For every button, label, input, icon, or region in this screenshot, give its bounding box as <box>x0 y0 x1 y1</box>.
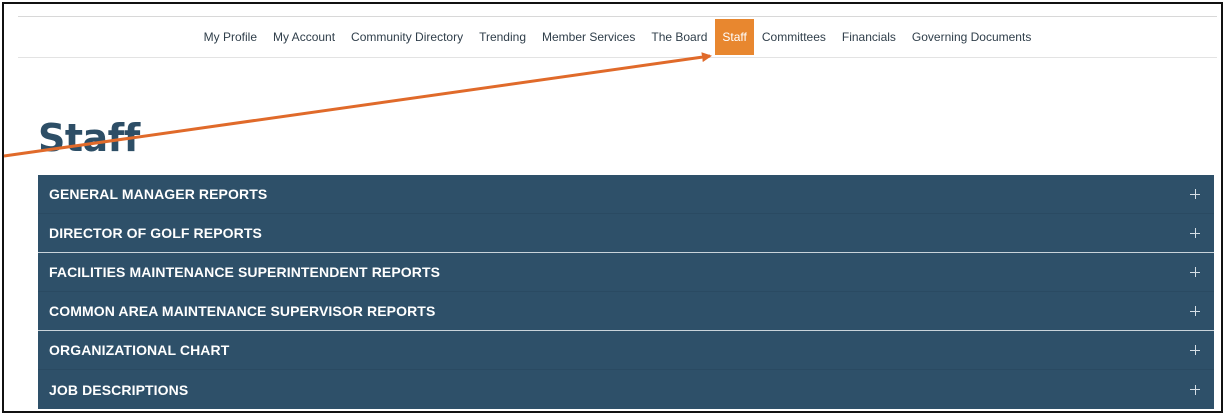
accordion-item-label: JOB DESCRIPTIONS <box>49 381 189 398</box>
nav-the-board[interactable]: The Board <box>643 17 715 57</box>
plus-icon[interactable] <box>1190 306 1200 316</box>
plus-icon[interactable] <box>1190 228 1200 238</box>
top-navigation: My Profile My Account Community Director… <box>18 16 1217 58</box>
nav-member-services[interactable]: Member Services <box>534 17 643 57</box>
nav-staff[interactable]: Staff <box>715 19 754 55</box>
accordion-item-general-manager-reports[interactable]: GENERAL MANAGER REPORTS <box>38 175 1214 214</box>
accordion-item-director-of-golf-reports[interactable]: DIRECTOR OF GOLF REPORTS <box>38 214 1214 253</box>
accordion-item-common-area-maintenance-supervisor-reports[interactable]: COMMON AREA MAINTENANCE SUPERVISOR REPOR… <box>38 292 1214 331</box>
plus-icon[interactable] <box>1190 189 1200 199</box>
page-title: Staff <box>38 116 140 160</box>
accordion-item-facilities-maintenance-superintendent-reports[interactable]: FACILITIES MAINTENANCE SUPERINTENDENT RE… <box>38 253 1214 292</box>
staff-reports-accordion: GENERAL MANAGER REPORTS DIRECTOR OF GOLF… <box>38 175 1214 409</box>
plus-icon[interactable] <box>1190 267 1200 277</box>
accordion-item-label: ORGANIZATIONAL CHART <box>49 342 230 358</box>
nav-committees[interactable]: Committees <box>754 17 834 57</box>
nav-governing-documents[interactable]: Governing Documents <box>904 17 1039 57</box>
accordion-item-label: GENERAL MANAGER REPORTS <box>49 186 268 202</box>
nav-community-directory[interactable]: Community Directory <box>343 17 471 57</box>
plus-icon[interactable] <box>1190 384 1200 395</box>
accordion-item-label: DIRECTOR OF GOLF REPORTS <box>49 225 262 241</box>
plus-icon[interactable] <box>1190 345 1200 355</box>
accordion-item-label: FACILITIES MAINTENANCE SUPERINTENDENT RE… <box>49 264 441 280</box>
accordion-item-label: COMMON AREA MAINTENANCE SUPERVISOR REPOR… <box>49 303 436 319</box>
nav-trending[interactable]: Trending <box>471 17 534 57</box>
accordion-item-organizational-chart[interactable]: ORGANIZATIONAL CHART <box>38 331 1214 370</box>
nav-my-account[interactable]: My Account <box>265 17 343 57</box>
nav-financials[interactable]: Financials <box>834 17 904 57</box>
accordion-item-job-descriptions[interactable]: JOB DESCRIPTIONS <box>38 370 1214 409</box>
nav-my-profile[interactable]: My Profile <box>196 17 265 57</box>
